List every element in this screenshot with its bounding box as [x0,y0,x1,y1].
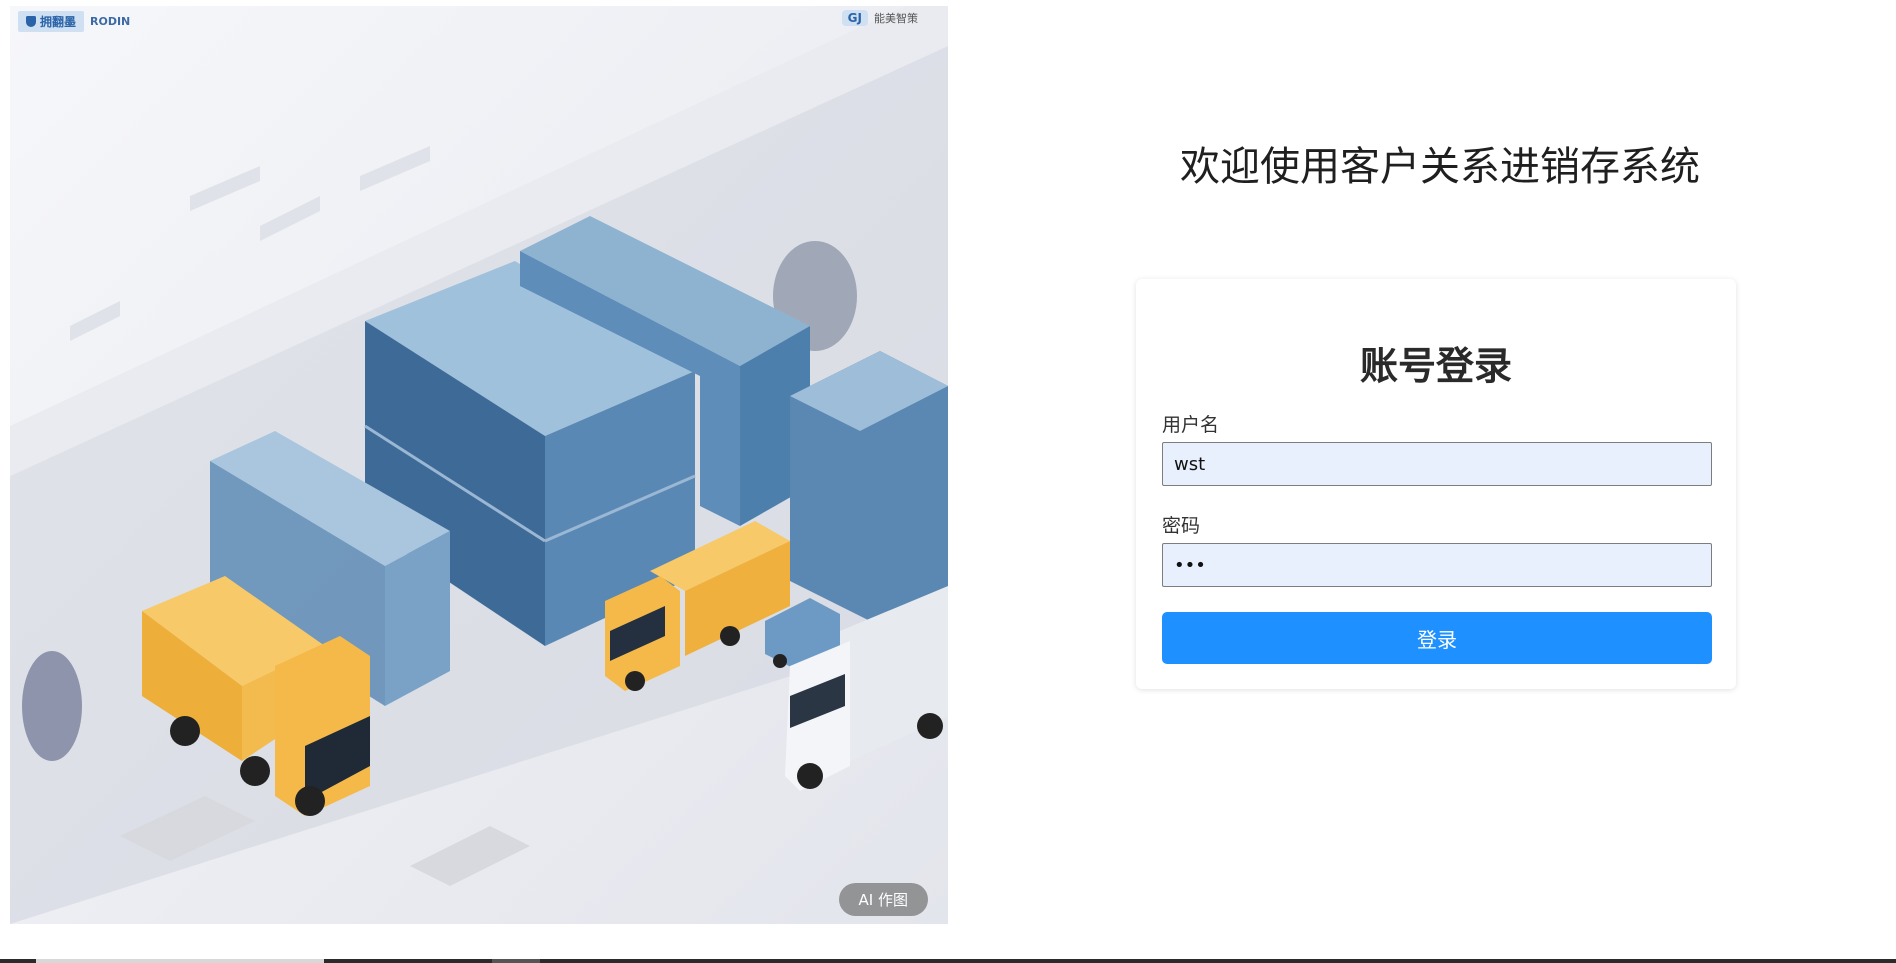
brand-badge-text: 拥翻墨 [40,14,77,29]
login-card: 账号登录 用户名 密码 登录 [1136,279,1736,689]
partner-logo-right: GJ 能美智策 [841,10,918,26]
partner-mark-icon: GJ [841,10,868,26]
bottom-scrollbar[interactable] [0,959,1896,963]
username-label: 用户名 [1162,414,1220,436]
password-label: 密码 [1162,515,1201,537]
warehouse-illustration [10,6,948,924]
ai-generated-tag: AI 作图 [838,883,928,916]
shield-icon [26,15,36,27]
welcome-title: 欢迎使用客户关系进销存系统 [1180,144,1700,190]
partner-logo-left: 拥翻墨 RODIN [18,10,130,32]
login-title: 账号登录 [1359,344,1512,388]
username-input[interactable] [1162,442,1712,486]
partner-name: 能美智策 [874,12,918,25]
scrollbar-thumb[interactable] [36,959,324,963]
brand-sub-text: RODIN [90,14,131,28]
login-button[interactable]: 登录 [1162,612,1712,664]
password-input[interactable] [1162,543,1712,587]
scrollbar-segment [492,959,540,963]
hero-illustration: 拥翻墨 RODIN GJ 能美智策 AI 作图 [10,6,948,924]
brand-badge: 拥翻墨 [18,10,85,32]
